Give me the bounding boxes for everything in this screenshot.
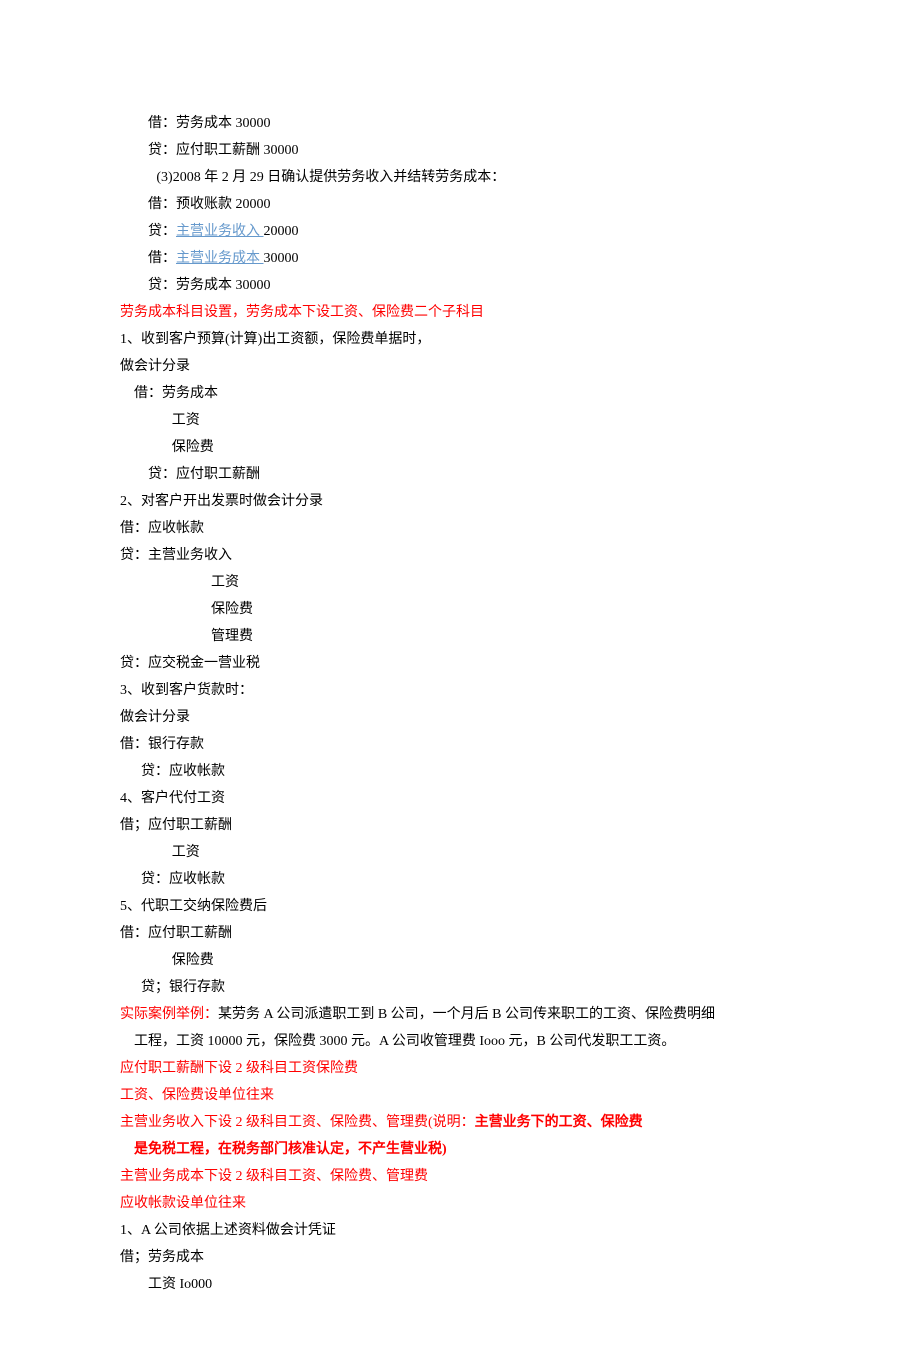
text-line: 保险费 — [120, 596, 800, 623]
text-span: 工资 — [172, 845, 200, 860]
text-line: 实际案例举例：某劳务 A 公司派遣职工到 B 公司，一个月后 B 公司传来职工的… — [120, 1001, 800, 1028]
text-line: 4、客户代付工资 — [120, 785, 800, 812]
text-line: 是免税工程，在税务部门核准认定，不产生营业税) — [120, 1136, 800, 1163]
text-line: 应付职工薪酬下设 2 级科目工资保险费 — [120, 1055, 800, 1082]
text-line: 做会计分录 — [120, 704, 800, 731]
text-span: 20000 — [264, 224, 299, 239]
text-line: 工资、保险费设单位往来 — [120, 1082, 800, 1109]
text-line: 借：应付职工薪酬 — [120, 920, 800, 947]
text-line: 2、对客户开出发票时做会计分录 — [120, 488, 800, 515]
text-span: 借：劳务成本 30000 — [148, 116, 271, 131]
text-span: 贷：应交税金一营业税 — [120, 656, 260, 671]
text-line: 借；劳务成本 — [120, 1244, 800, 1271]
text-span: 4、客户代付工资 — [120, 791, 225, 806]
text-span: 借：应收帐款 — [120, 521, 204, 536]
text-line: 工资 — [120, 839, 800, 866]
text-span: 借：银行存款 — [120, 737, 204, 752]
text-span: (3)2008 年 2 月 29 日确认提供劳务收入并结转劳务成本： — [156, 170, 505, 185]
text-span: 贷：劳务成本 30000 — [148, 278, 271, 293]
text-span: 贷：应收帐款 — [141, 764, 225, 779]
text-span: 保险费 — [211, 602, 253, 617]
text-span: 应付职工薪酬下设 2 级科目工资保险费 — [120, 1061, 358, 1076]
text-line: 借：主营业务成本 30000 — [120, 245, 800, 272]
text-span: 1、收到客户预算(计算)出工资额，保险费单据时， — [120, 332, 430, 347]
text-line: 1、收到客户预算(计算)出工资额，保险费单据时， — [120, 326, 800, 353]
text-span: 贷：主营业务收入 — [120, 548, 232, 563]
text-line: 1、A 公司依据上述资料做会计凭证 — [120, 1217, 800, 1244]
text-span: 做会计分录 — [120, 359, 190, 374]
text-span: 贷： — [148, 224, 176, 239]
text-span: 主营业务收入下设 2 级科目工资、保险费、管理费(说明： — [120, 1115, 475, 1130]
text-line: 工资 — [120, 407, 800, 434]
text-span: 3、收到客户货款时： — [120, 683, 253, 698]
text-line: 贷：应收帐款 — [120, 866, 800, 893]
text-span: 工程，工资 10000 元，保险费 3000 元。A 公司收管理费 Iooo 元… — [134, 1034, 675, 1049]
text-line: 保险费 — [120, 434, 800, 461]
text-line: 保险费 — [120, 947, 800, 974]
text-line: 贷：应交税金一营业税 — [120, 650, 800, 677]
text-span: 做会计分录 — [120, 710, 190, 725]
text-span: 工资 Io000 — [148, 1277, 212, 1292]
text-span: 某劳务 A 公司派遣职工到 B 公司，一个月后 B 公司传来职工的工资、保险费明… — [218, 1007, 715, 1022]
text-span: 2、对客户开出发票时做会计分录 — [120, 494, 323, 509]
text-line: 贷：主营业务收入 — [120, 542, 800, 569]
text-line: 5、代职工交纳保险费后 — [120, 893, 800, 920]
text-line: 借：应收帐款 — [120, 515, 800, 542]
text-line: 做会计分录 — [120, 353, 800, 380]
text-line: 工资 Io000 — [120, 1271, 800, 1298]
text-span: 借：劳务成本 — [134, 386, 218, 401]
text-span: 主营业务成本下设 2 级科目工资、保险费、管理费 — [120, 1169, 428, 1184]
text-span: 保险费 — [172, 953, 214, 968]
text-span: 实际案例举例： — [120, 1007, 218, 1022]
text-line: 劳务成本科目设置，劳务成本下设工资、保险费二个子科目 — [120, 299, 800, 326]
text-span: 是免税工程，在税务部门核准认定，不产生营业税) — [134, 1142, 447, 1157]
text-span: 应收帐款设单位往来 — [120, 1196, 246, 1211]
text-span: 劳务成本科目设置，劳务成本下设工资、保险费二个子科目 — [120, 305, 484, 320]
text-line: 借：劳务成本 — [120, 380, 800, 407]
text-line: 借：预收账款 20000 — [120, 191, 800, 218]
text-span: 借：预收账款 20000 — [148, 197, 271, 212]
text-link[interactable]: 主营业务收入 — [176, 224, 264, 239]
text-line: 贷：主营业务收入 20000 — [120, 218, 800, 245]
text-span: 30000 — [264, 251, 299, 266]
text-line: 工程，工资 10000 元，保险费 3000 元。A 公司收管理费 Iooo 元… — [120, 1028, 800, 1055]
text-line: (3)2008 年 2 月 29 日确认提供劳务收入并结转劳务成本： — [120, 164, 800, 191]
text-span: 借；劳务成本 — [120, 1250, 204, 1265]
text-line: 借：劳务成本 30000 — [120, 110, 800, 137]
text-line: 贷：应收帐款 — [120, 758, 800, 785]
text-span: 贷：应收帐款 — [141, 872, 225, 887]
text-span: 5、代职工交纳保险费后 — [120, 899, 267, 914]
text-line: 借：银行存款 — [120, 731, 800, 758]
text-line: 主营业务收入下设 2 级科目工资、保险费、管理费(说明：主营业务下的工资、保险费 — [120, 1109, 800, 1136]
text-line: 借；应付职工薪酬 — [120, 812, 800, 839]
text-line: 贷；银行存款 — [120, 974, 800, 1001]
text-span: 工资、保险费设单位往来 — [120, 1088, 274, 1103]
text-span: 工资 — [172, 413, 200, 428]
text-line: 3、收到客户货款时： — [120, 677, 800, 704]
text-span: 借： — [148, 251, 176, 266]
text-span: 借；应付职工薪酬 — [120, 818, 232, 833]
text-line: 贷：劳务成本 30000 — [120, 272, 800, 299]
text-line: 工资 — [120, 569, 800, 596]
text-span: 管理费 — [211, 629, 253, 644]
text-span: 保险费 — [172, 440, 214, 455]
text-span: 贷；银行存款 — [141, 980, 225, 995]
text-link[interactable]: 主营业务成本 — [176, 251, 264, 266]
text-span: 工资 — [211, 575, 239, 590]
text-line: 管理费 — [120, 623, 800, 650]
text-span: 贷：应付职工薪酬 — [148, 467, 260, 482]
text-line: 贷：应付职工薪酬 — [120, 461, 800, 488]
text-span: 借：应付职工薪酬 — [120, 926, 232, 941]
text-line: 主营业务成本下设 2 级科目工资、保险费、管理费 — [120, 1163, 800, 1190]
text-line: 应收帐款设单位往来 — [120, 1190, 800, 1217]
text-span: 1、A 公司依据上述资料做会计凭证 — [120, 1223, 336, 1238]
text-line: 贷：应付职工薪酬 30000 — [120, 137, 800, 164]
document-page: 借：劳务成本 30000 贷：应付职工薪酬 30000 (3)2008 年 2 月 … — [0, 0, 920, 1358]
text-span: 贷：应付职工薪酬 30000 — [148, 143, 299, 158]
text-span: 主营业务下的工资、保险费 — [475, 1115, 643, 1130]
